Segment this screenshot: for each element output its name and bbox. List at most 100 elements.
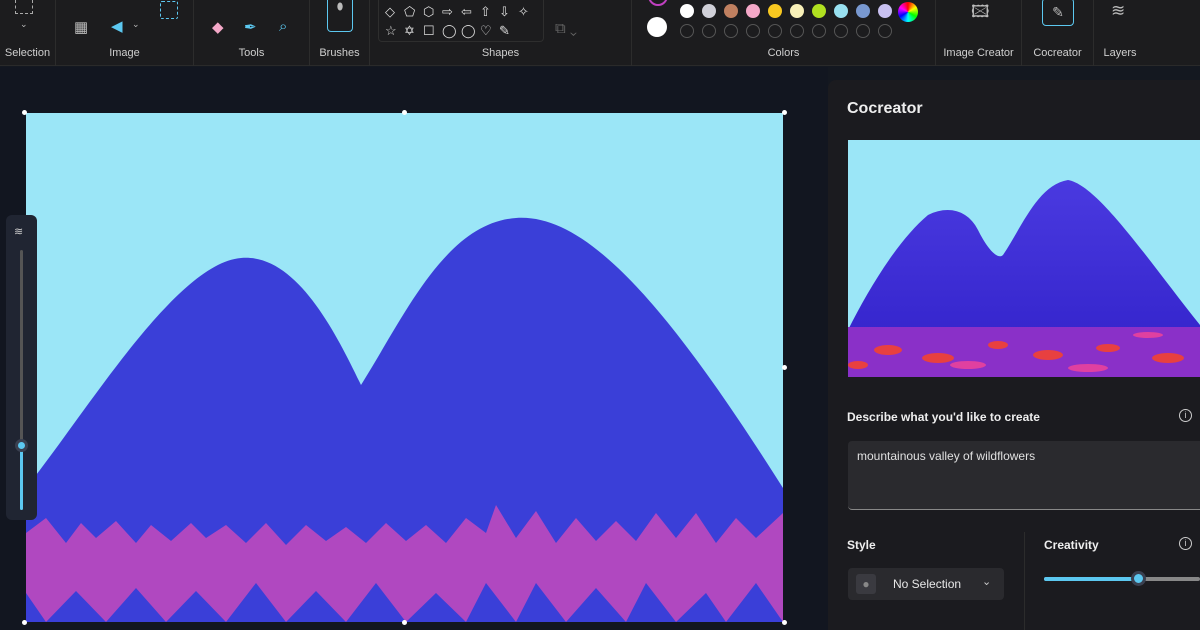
palette-swatch[interactable]	[746, 4, 760, 18]
style-value: No Selection	[893, 577, 962, 591]
chevron-down-icon[interactable]: ⌄	[20, 20, 28, 29]
eraser-icon[interactable]: ◆	[212, 20, 224, 35]
palette-swatch[interactable]	[790, 4, 804, 18]
secondary-color[interactable]	[647, 17, 667, 37]
shape-heart[interactable]: ♡	[480, 21, 499, 40]
creativity-label: Creativity	[1044, 538, 1099, 552]
generated-image[interactable]	[848, 140, 1200, 377]
palette-swatch[interactable]	[878, 4, 892, 18]
magnifier-icon[interactable]: ⌕	[279, 19, 287, 34]
layers-icon: ≋	[1111, 1, 1126, 20]
crop-icon[interactable]: ▦	[74, 20, 88, 35]
color-wheel-icon[interactable]	[898, 2, 918, 22]
selection-group[interactable]: ⌄ Selection	[0, 0, 56, 66]
selection-icon[interactable]	[15, 0, 33, 14]
prompt-input[interactable]: mountainous valley of wildflowers	[848, 441, 1200, 510]
custom-color-slot[interactable]	[746, 24, 760, 38]
custom-color-slot[interactable]	[790, 24, 804, 38]
resize-handle[interactable]	[22, 110, 27, 115]
info-icon[interactable]: i	[1179, 409, 1192, 422]
shape-star5[interactable]: ☆	[385, 21, 404, 40]
resize-handle[interactable]	[22, 620, 27, 625]
group-label: Shapes	[481, 47, 520, 59]
resize-handle[interactable]	[782, 620, 787, 625]
info-icon[interactable]: i	[1179, 537, 1192, 550]
custom-color-slot[interactable]	[856, 24, 870, 38]
group-label: Image	[109, 47, 140, 59]
custom-color-slot[interactable]	[812, 24, 826, 38]
shapes-group: ◇ ⬠ ⬡ ⇨ ⇦ ⇧ ⇩ ✧ ☆ ✡ ☐ ◯ ◯ ♡ ✎ ⧉ ⌄ Shapes	[370, 0, 632, 66]
shape-callout-oval[interactable]: ◯	[442, 21, 461, 40]
generated-image-art	[848, 180, 1200, 377]
palette-swatch[interactable]	[834, 4, 848, 18]
image-sparkle-icon: 🖾	[971, 2, 990, 21]
shape-arrow-down[interactable]: ⇩	[499, 2, 518, 21]
shape-diamond[interactable]: ◇	[385, 2, 404, 21]
custom-color-slot[interactable]	[680, 24, 694, 38]
style-label: Style	[847, 538, 876, 552]
drawing-canvas[interactable]	[26, 113, 783, 622]
shape-callout-rect[interactable]: ☐	[423, 21, 442, 40]
chevron-down-icon[interactable]: ⌄	[132, 20, 140, 29]
shape-arrow-up[interactable]: ⇧	[480, 2, 499, 21]
group-label: Layers	[1103, 47, 1137, 59]
panel-title: Cocreator	[847, 100, 923, 117]
custom-color-slot[interactable]	[724, 24, 738, 38]
zoom-thumb[interactable]	[15, 439, 28, 452]
layers-button[interactable]: ≋ Layers	[1094, 0, 1146, 66]
shape-star4[interactable]: ✧	[518, 2, 537, 21]
resize-handle[interactable]	[402, 110, 407, 115]
style-thumbnail-icon: ●	[856, 574, 876, 594]
palette-swatch[interactable]	[768, 4, 782, 18]
palette-swatch[interactable]	[812, 4, 826, 18]
brushes-group[interactable]: ⬮ Brushes	[310, 0, 370, 66]
primary-color[interactable]	[648, 0, 668, 6]
zoom-slider[interactable]: ≋	[6, 215, 37, 520]
canvas-drawing	[26, 217, 783, 622]
group-label: Cocreator	[1033, 47, 1082, 59]
zoom-fit-icon[interactable]: ≋	[14, 225, 23, 238]
shapes-gallery[interactable]: ◇ ⬠ ⬡ ⇨ ⇦ ⇧ ⇩ ✧ ☆ ✡ ☐ ◯ ◯ ♡ ✎	[378, 0, 544, 42]
toolbar: ⌄ Selection ▦ ◀ ⌄ Image ◆ ✒ ⌕ Tools ⬮ Br…	[0, 0, 1200, 66]
group-label: Image Creator	[943, 47, 1014, 59]
color-picker-icon[interactable]: ✒	[244, 20, 257, 35]
group-label: Tools	[238, 47, 265, 59]
creativity-slider[interactable]	[1044, 571, 1200, 586]
zoom-fill	[20, 445, 23, 510]
palette-swatch[interactable]	[856, 4, 870, 18]
shape-arrow-right[interactable]: ⇨	[442, 2, 461, 21]
shape-outline-icon[interactable]: ⧉ ⌄	[555, 21, 577, 36]
custom-color-slot[interactable]	[702, 24, 716, 38]
resize-handle[interactable]	[782, 365, 787, 370]
palette-swatch[interactable]	[724, 4, 738, 18]
colors-group: Colors	[632, 0, 936, 66]
brush-sparkle-icon: ✎	[1042, 0, 1074, 26]
palette-swatch[interactable]	[680, 4, 694, 18]
resize-handle[interactable]	[782, 110, 787, 115]
custom-color-slot[interactable]	[768, 24, 782, 38]
style-dropdown[interactable]: ● No Selection ⌄	[848, 568, 1004, 600]
brush-icon[interactable]: ⬮	[327, 0, 353, 32]
tools-group: ◆ ✒ ⌕ Tools	[194, 0, 310, 66]
shape-star6[interactable]: ✡	[404, 21, 423, 40]
divider	[1024, 532, 1025, 630]
image-creator-button[interactable]: 🖾 Image Creator	[936, 0, 1022, 66]
shape-callout-cloud[interactable]: ◯	[461, 21, 480, 40]
custom-color-slot[interactable]	[878, 24, 892, 38]
group-label: Colors	[767, 47, 800, 59]
resize-handle[interactable]	[402, 620, 407, 625]
shape-freeform[interactable]: ✎	[499, 21, 518, 40]
palette-swatch[interactable]	[702, 4, 716, 18]
prompt-label: Describe what you'd like to create	[847, 410, 1040, 424]
cocreator-panel: Cocreator Describe what you'd like to cr…	[828, 80, 1200, 630]
shape-hexagon[interactable]: ⬡	[423, 2, 442, 21]
creativity-thumb[interactable]	[1130, 571, 1146, 586]
shape-pentagon[interactable]: ⬠	[404, 2, 423, 21]
custom-color-slot[interactable]	[834, 24, 848, 38]
rotate-icon[interactable]: ◀	[111, 19, 123, 34]
shape-arrow-left[interactable]: ⇦	[461, 2, 480, 21]
chevron-down-icon: ⌄	[982, 576, 992, 588]
group-label: Selection	[4, 47, 51, 59]
cocreator-button[interactable]: ✎ Cocreator	[1022, 0, 1094, 66]
resize-icon[interactable]	[160, 1, 178, 19]
